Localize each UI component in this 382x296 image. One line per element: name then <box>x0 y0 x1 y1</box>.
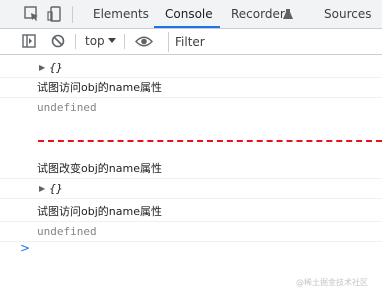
clear-console-icon[interactable] <box>51 34 65 48</box>
console-row-log: 试图访问obj的name属性 <box>0 202 382 222</box>
console-row-object[interactable]: ▶ {} <box>0 58 382 78</box>
console-row-object[interactable]: ▶ {} <box>0 179 382 199</box>
tab-console[interactable]: Console <box>165 0 213 28</box>
eye-icon[interactable] <box>135 35 153 48</box>
expand-triangle-icon[interactable]: ▶ <box>39 184 45 194</box>
filter-input[interactable]: Filter <box>168 32 382 52</box>
console-toolbar: top Filter <box>0 29 382 55</box>
active-tab-indicator <box>154 26 220 28</box>
recorder-flask-icon <box>283 9 293 19</box>
console-row-log: 试图访问obj的name属性 <box>0 78 382 98</box>
toolbar-divider <box>124 34 125 49</box>
console-row-undefined: undefined <box>37 101 97 114</box>
toolbar-divider <box>75 34 76 49</box>
tab-elements[interactable]: Elements <box>93 0 149 28</box>
dropdown-arrow-icon[interactable] <box>108 38 116 44</box>
inspect-icon[interactable] <box>23 5 41 23</box>
watermark: @稀土掘金技术社区 <box>296 278 368 287</box>
expand-triangle-icon[interactable]: ▶ <box>39 63 45 73</box>
tab-sources[interactable]: Sources <box>324 0 371 28</box>
context-selector[interactable]: top <box>85 29 105 54</box>
devtools-tabbar: Elements Console Recorder Sources <box>0 0 382 29</box>
device-toggle-icon[interactable] <box>46 5 64 23</box>
tab-recorder[interactable]: Recorder <box>231 0 285 28</box>
console-row-undefined: undefined <box>0 222 382 242</box>
red-dashed-divider <box>38 140 382 142</box>
console-prompt[interactable]: > <box>20 240 30 256</box>
toolbar-divider <box>72 6 73 23</box>
sidebar-toggle-icon[interactable] <box>22 34 36 48</box>
console-row-log: 试图改变obj的name属性 <box>0 159 382 179</box>
